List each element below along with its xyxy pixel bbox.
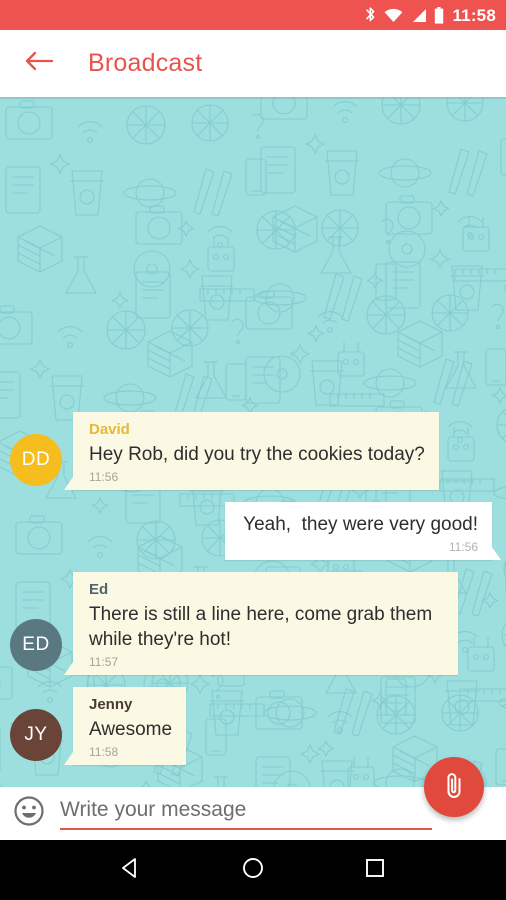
bluetooth-icon [364, 6, 377, 24]
avatar-david[interactable]: DD [10, 434, 62, 487]
app-toolbar: Broadcast [0, 30, 506, 97]
message-input-wrapper[interactable] [60, 797, 432, 830]
toolbar-divider [0, 97, 506, 99]
message-text: There is still a line here, come grab th… [89, 604, 438, 650]
message-text: Hey Rob, did you try the cookies today? [89, 444, 425, 465]
message-timestamp: 11:56 [89, 469, 119, 484]
message-row-jenny[interactable]: JY Jenny Awesome 11:58 [0, 686, 506, 766]
message-row-ed[interactable]: ED Ed There is still a line here, come g… [0, 572, 506, 675]
message-bubble-jenny[interactable]: Jenny Awesome 11:58 [63, 686, 187, 766]
message-timestamp: 11:56 [448, 539, 478, 554]
message-row-david[interactable]: DD David Hey Rob, did you try the cookie… [0, 412, 506, 491]
status-bar: 11:58 [0, 0, 506, 30]
message-row-self[interactable]: Yeah, they were very good! 11:56 [0, 502, 506, 561]
wifi-icon [384, 8, 403, 23]
message-sender-name: Ed [89, 581, 109, 599]
back-button[interactable] [22, 47, 56, 81]
battery-icon [434, 6, 444, 24]
page-title: Broadcast [88, 49, 203, 77]
nav-back-icon [118, 855, 144, 886]
emoji-smiley-icon [13, 795, 45, 832]
paperclip-icon [441, 770, 467, 805]
message-sender-name: Jenny [89, 695, 133, 713]
message-bubble-ed[interactable]: Ed There is still a line here, come grab… [64, 572, 458, 675]
message-timestamp: 11:58 [89, 744, 119, 759]
attach-fab-button[interactable] [424, 757, 484, 817]
message-sender-name: David [89, 421, 130, 438]
nav-recents-button[interactable] [352, 847, 398, 893]
nav-home-icon [240, 855, 266, 886]
cell-signal-icon [410, 8, 427, 23]
status-icon-group [364, 6, 444, 24]
messages-container: DD David Hey Rob, did you try the cookie… [0, 412, 506, 787]
avatar-ed[interactable]: ED [10, 618, 62, 671]
nav-back-button[interactable] [108, 847, 154, 893]
status-bar-clock: 11:58 [452, 5, 496, 25]
message-timestamp: 11:57 [89, 654, 119, 669]
nav-home-button[interactable] [230, 847, 276, 893]
message-bubble-david[interactable]: David Hey Rob, did you try the cookies t… [64, 412, 439, 491]
nav-recents-icon [362, 855, 388, 886]
avatar-jenny[interactable]: JY [10, 709, 62, 761]
avatar-initials: JY [24, 724, 48, 745]
message-text: Yeah, they were very good! [243, 514, 478, 536]
message-bubble-self[interactable]: Yeah, they were very good! 11:56 [225, 502, 501, 561]
phone-screen: 11:58 Broadcast DD David Hey Rob, did yo… [0, 0, 506, 900]
avatar-initials: ED [22, 633, 50, 655]
emoji-button[interactable] [10, 795, 48, 833]
chat-message-list[interactable]: DD David Hey Rob, did you try the cookie… [0, 97, 506, 787]
android-nav-bar [0, 840, 506, 900]
back-arrow-icon [24, 49, 54, 78]
message-text: Awesome [89, 718, 173, 740]
avatar-initials: DD [21, 449, 51, 471]
message-input[interactable] [60, 797, 432, 822]
